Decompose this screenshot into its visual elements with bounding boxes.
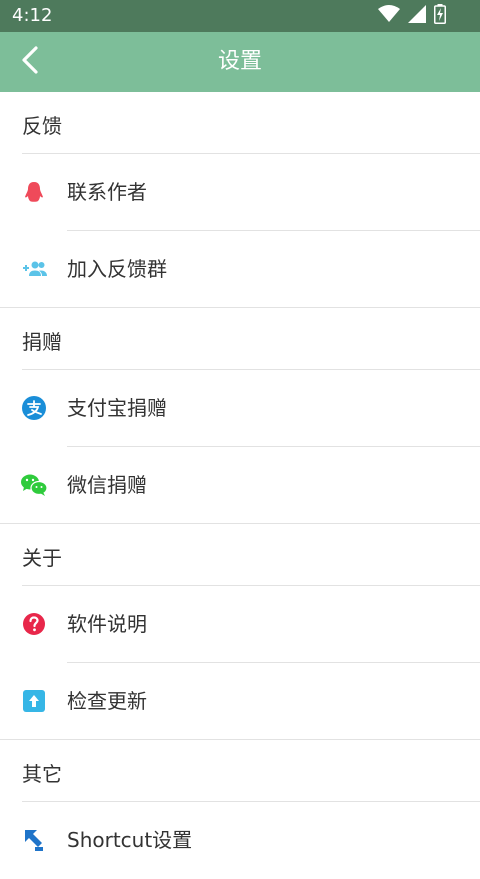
status-icons xyxy=(378,4,446,28)
wifi-icon xyxy=(378,5,400,27)
help-icon xyxy=(20,610,48,638)
signal-icon xyxy=(408,5,426,27)
item-label: 软件说明 xyxy=(67,612,147,636)
check-update-item[interactable]: 检查更新 xyxy=(0,663,480,740)
item-label: 支付宝捐赠 xyxy=(67,396,167,420)
section-header-feedback: 反馈 xyxy=(0,92,480,154)
section-title: 反馈 xyxy=(22,114,62,138)
settings-list: 反馈 联系作者 加入反馈群 捐赠 支付宝捐赠 微信捐赠 关于 软件说明 检查更新… xyxy=(0,92,480,879)
shortcut-settings-item[interactable]: Shortcut设置 xyxy=(0,802,480,879)
join-feedback-group-item[interactable]: 加入反馈群 xyxy=(0,231,480,308)
status-time: 4:12 xyxy=(12,5,53,26)
section-header-about: 关于 xyxy=(0,524,480,586)
item-label: Shortcut设置 xyxy=(67,828,193,852)
shortcut-arrow-icon xyxy=(20,826,48,854)
group-add-icon xyxy=(20,255,48,283)
item-label: 检查更新 xyxy=(67,689,147,713)
update-icon xyxy=(20,687,48,715)
alipay-icon xyxy=(20,394,48,422)
app-bar: 设置 xyxy=(0,32,480,92)
section-header-donate: 捐赠 xyxy=(0,308,480,370)
software-guide-item[interactable]: 软件说明 xyxy=(0,586,480,663)
section-title: 捐赠 xyxy=(22,330,62,354)
section-title: 其它 xyxy=(22,762,62,786)
item-label: 加入反馈群 xyxy=(67,257,167,281)
wechat-donate-item[interactable]: 微信捐赠 xyxy=(0,447,480,524)
section-header-other: 其它 xyxy=(0,740,480,802)
section-title: 关于 xyxy=(22,546,62,570)
page-title: 设置 xyxy=(217,49,262,74)
item-label: 联系作者 xyxy=(67,180,147,204)
contact-author-item[interactable]: 联系作者 xyxy=(0,154,480,231)
status-bar: 4:12 xyxy=(0,0,480,32)
alipay-donate-item[interactable]: 支付宝捐赠 xyxy=(0,370,480,447)
item-label: 微信捐赠 xyxy=(67,473,147,497)
battery-charging-icon xyxy=(434,4,446,28)
wechat-icon xyxy=(20,471,48,499)
qq-penguin-icon xyxy=(20,178,48,206)
